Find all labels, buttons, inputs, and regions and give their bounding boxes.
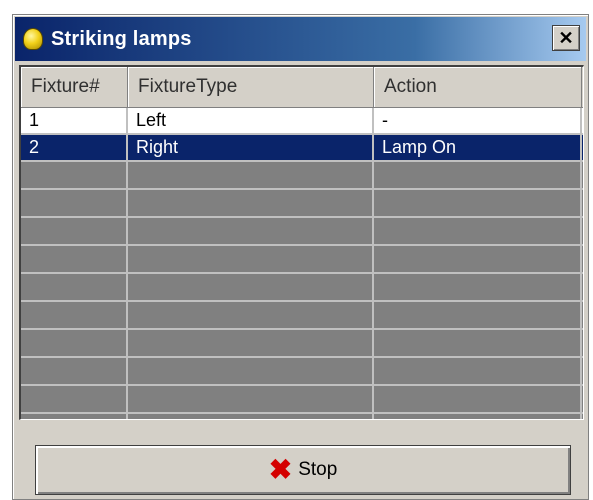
empty-row (21, 190, 583, 218)
column-header-fixture-type[interactable]: FixtureType (128, 67, 374, 107)
empty-row (21, 246, 583, 274)
cell-fixture: 1 (21, 108, 128, 133)
title-bar[interactable]: Striking lamps ✕ (15, 17, 586, 61)
empty-row (21, 302, 583, 330)
empty-row (21, 386, 583, 414)
window-title: Striking lamps (51, 27, 192, 50)
striking-lamps-dialog: Striking lamps ✕ Fixture# FixtureType Ac… (12, 14, 589, 500)
stop-button-label: Stop (298, 459, 338, 480)
empty-row (21, 330, 583, 358)
cell-fixture: 2 (21, 135, 128, 160)
empty-row (21, 162, 583, 190)
table-row[interactable]: 1 Left - (21, 108, 583, 135)
empty-row (21, 274, 583, 302)
cell-fixture-type: Right (128, 135, 374, 160)
stop-button[interactable]: ✖ Stop (35, 445, 571, 495)
cell-fixture-type: Left (128, 108, 374, 133)
red-x-icon: ✖ (268, 454, 293, 485)
cell-action: Lamp On (374, 135, 582, 160)
close-icon: ✕ (558, 28, 574, 48)
empty-row (21, 218, 583, 246)
lamp-icon (23, 28, 43, 50)
close-button[interactable]: ✕ (552, 25, 580, 51)
column-header-fixture[interactable]: Fixture# (21, 67, 128, 107)
fixtures-grid[interactable]: Fixture# FixtureType Action 1 Left - 2 R… (19, 65, 584, 420)
table-row-selected[interactable]: 2 Right Lamp On (21, 135, 583, 162)
column-header-action[interactable]: Action (374, 67, 582, 107)
empty-row (21, 414, 583, 419)
grid-header: Fixture# FixtureType Action (21, 67, 583, 108)
cell-action: - (374, 108, 582, 133)
empty-row (21, 358, 583, 386)
